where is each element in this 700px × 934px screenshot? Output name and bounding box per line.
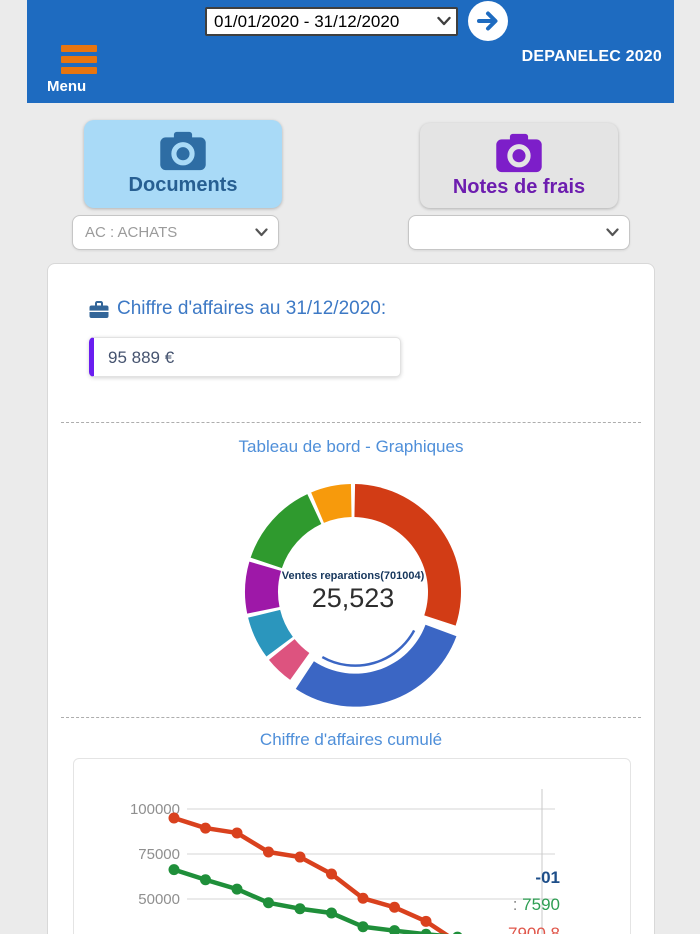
donut-chart-svg xyxy=(245,484,461,707)
dashboard-section-title: Tableau de bord - Graphiques xyxy=(238,437,464,456)
divider xyxy=(61,422,641,423)
documents-type-select-wrap: AC : ACHATS xyxy=(72,215,279,250)
svg-text:: 7590: : 7590 xyxy=(513,895,560,914)
menu-label: Menu xyxy=(47,78,87,95)
cumulative-line-chart-card: 100000750005000025000-01: 75907900.8 xyxy=(73,758,631,934)
submit-date-range-button[interactable] xyxy=(468,1,508,41)
line-chart-svg[interactable]: 100000750005000025000-01: 75907900.8 xyxy=(74,759,630,934)
cumulative-section-title: Chiffre d'affaires cumulé xyxy=(259,730,443,749)
revenue-amount: 95 889 € xyxy=(108,348,175,367)
app-header: 01/01/2020 - 31/12/2020 Menu DEPANELEC 2… xyxy=(27,0,674,103)
briefcase-icon xyxy=(89,300,109,318)
hamburger-icon xyxy=(47,45,111,74)
date-range-select-wrap: 01/01/2020 - 31/12/2020 xyxy=(205,7,458,36)
notes-de-frais-button[interactable]: Notes de frais xyxy=(420,123,618,208)
revenue-summary-title-text: Chiffre d'affaires au 31/12/2020: xyxy=(117,298,387,319)
documents-type-select[interactable]: AC : ACHATS xyxy=(73,216,278,249)
app-page: 01/01/2020 - 31/12/2020 Menu DEPANELEC 2… xyxy=(0,0,700,934)
svg-text:50000: 50000 xyxy=(138,891,180,908)
app-title: DEPANELEC 2020 xyxy=(521,48,662,65)
notes-type-select[interactable] xyxy=(409,216,629,249)
date-range-select[interactable]: 01/01/2020 - 31/12/2020 xyxy=(205,7,458,36)
revenue-amount-box: 95 889 € xyxy=(89,337,401,377)
revenue-summary-title: Chiffre d'affaires au 31/12/2020: xyxy=(89,298,386,320)
svg-text:75000: 75000 xyxy=(138,846,180,863)
menu-button[interactable]: Menu xyxy=(47,45,111,95)
svg-text:-01: -01 xyxy=(535,868,560,887)
divider xyxy=(61,717,641,718)
camera-icon xyxy=(160,131,206,171)
dashboard-card: Chiffre d'affaires au 31/12/2020: 95 889… xyxy=(47,263,655,934)
notes-de-frais-label: Notes de frais xyxy=(452,175,586,198)
documents-label: Documents xyxy=(128,174,238,196)
svg-text:7900.8: 7900.8 xyxy=(508,924,560,934)
revenue-donut-chart[interactable]: Ventes reparations(701004) 25,523 xyxy=(233,472,473,712)
arrow-right-icon xyxy=(477,11,498,31)
documents-button[interactable]: Documents xyxy=(84,120,282,208)
notes-type-select-wrap xyxy=(408,215,630,250)
camera-icon xyxy=(496,133,542,172)
